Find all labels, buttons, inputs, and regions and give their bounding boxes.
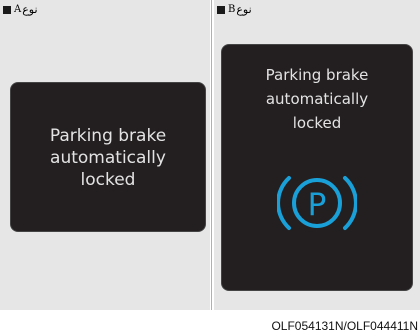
- type-marker-square: [3, 5, 11, 14]
- cluster-display-b: Parking brake automatically locked P: [222, 45, 412, 290]
- display-a-message: Parking brake automatically locked: [49, 126, 167, 190]
- display-b-message: Parking brake automatically locked: [265, 66, 369, 132]
- parking-brake-icon: P: [277, 176, 357, 230]
- type-a-label: A نوع: [3, 3, 38, 16]
- svg-text:P: P: [308, 187, 327, 223]
- figure-code: OLF054131N/OLF044411N: [271, 319, 418, 333]
- type-marker-square: [217, 5, 225, 14]
- cluster-display-a: Parking brake automatically locked: [11, 83, 205, 231]
- type-b-word: نوع: [236, 3, 252, 16]
- panel-type-b: B نوع Parking brake automatically locked…: [214, 0, 420, 310]
- type-b-label: B نوع: [217, 3, 252, 16]
- type-a-word: نوع: [22, 3, 38, 16]
- type-b-letter: B: [228, 4, 236, 15]
- panel-divider: [211, 0, 212, 310]
- panel-type-a: A نوع Parking brake automatically locked: [0, 0, 210, 310]
- type-a-letter: A: [14, 4, 22, 15]
